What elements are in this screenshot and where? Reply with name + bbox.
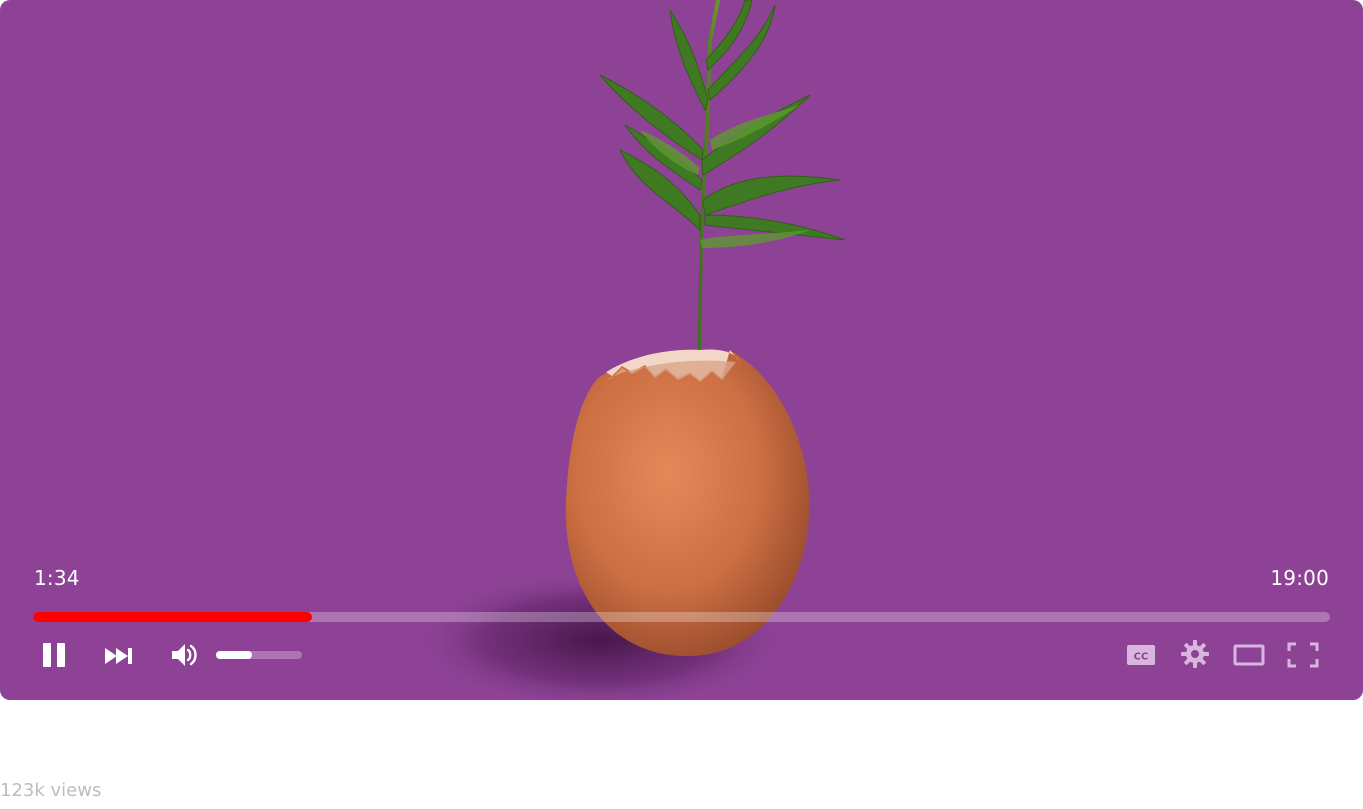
skip-next-icon bbox=[105, 648, 132, 664]
next-button[interactable] bbox=[100, 640, 138, 672]
video-frame[interactable] bbox=[0, 0, 1363, 700]
volume-button[interactable] bbox=[166, 638, 202, 672]
fullscreen-button[interactable] bbox=[1284, 637, 1322, 673]
theater-mode-button[interactable] bbox=[1230, 639, 1268, 671]
settings-gear-icon bbox=[1181, 640, 1209, 668]
volume-level bbox=[216, 651, 253, 659]
volume-icon bbox=[172, 644, 197, 666]
view-count: 123k views bbox=[0, 780, 102, 801]
video-player[interactable]: 1:34 19:00 CC bbox=[0, 0, 1363, 700]
duration-time: 19:00 bbox=[1270, 566, 1329, 590]
cc-label: CC bbox=[1134, 652, 1149, 663]
captions-button[interactable]: CC bbox=[1124, 640, 1158, 670]
theater-mode-icon bbox=[1233, 644, 1265, 666]
pause-button[interactable] bbox=[36, 638, 72, 672]
progress-played bbox=[33, 612, 312, 622]
fullscreen-icon bbox=[1287, 642, 1319, 668]
pause-icon bbox=[43, 643, 65, 667]
egg-shell bbox=[565, 350, 810, 657]
plant-leaves bbox=[599, 0, 846, 241]
closed-captions-icon: CC bbox=[1127, 645, 1155, 665]
settings-button[interactable] bbox=[1178, 637, 1212, 671]
current-time: 1:34 bbox=[34, 566, 80, 590]
volume-slider[interactable] bbox=[216, 651, 302, 659]
progress-bar[interactable] bbox=[33, 612, 1330, 622]
